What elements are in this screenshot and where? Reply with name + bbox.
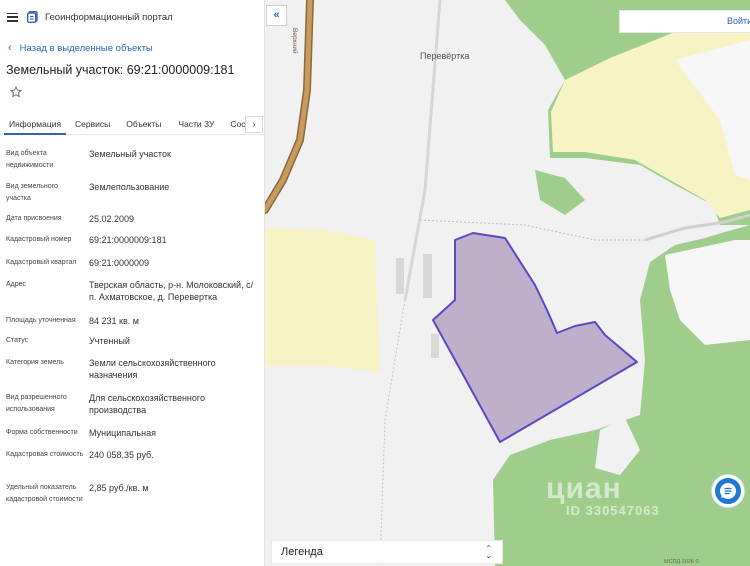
info-label: Удельный показатель кадастровой стоимост… (6, 484, 83, 503)
chat-button[interactable] (712, 475, 744, 507)
tab-parts[interactable]: Части ЗУ (178, 114, 214, 135)
info-value: 2,85 руб./кв. м (89, 483, 149, 493)
app-title: Геоинформационный портал (45, 11, 173, 23)
info-value: Земли сельскохозяйственного назначения (89, 358, 216, 380)
legend-label: Легенда (281, 546, 323, 558)
chevron-up-down-icon: ⌃ ⌄ (485, 544, 492, 560)
info-value: 25.02.2009 (89, 214, 135, 224)
hamburger-icon[interactable] (7, 12, 18, 22)
top-bar: Геоинформационный портал (0, 0, 264, 34)
tab-information[interactable]: Информация (4, 114, 67, 135)
back-link-label: Назад в выделенные объекты (19, 42, 153, 54)
building (431, 334, 439, 358)
info-value: 240 058,35 руб. (89, 450, 154, 460)
info-label: Вид объекта недвижимости (6, 150, 54, 169)
info-label: Вид земельного участка (6, 183, 58, 202)
info-value: Для сельскохозяйственного производства (89, 393, 205, 415)
info-label: Кадастровый квартал (6, 259, 77, 266)
info-label: Категория земель (6, 359, 64, 366)
login-button[interactable]: Войти (619, 10, 750, 33)
collapse-panel-button[interactable]: « (266, 5, 287, 26)
info-label: Адрес (6, 281, 27, 288)
watermark-logo: циан (546, 472, 622, 505)
building (423, 254, 432, 298)
object-info-panel: Геоинформационный портал ‹ Назад в выдел… (0, 0, 265, 566)
chevron-left-icon: ‹ (8, 41, 12, 54)
info-value: Тверская область, р-н. Молоковский, с/п.… (89, 280, 254, 302)
info-label: Форма собственности (6, 429, 78, 436)
info-value: Земельный участок (89, 149, 171, 159)
info-value: 84 231 кв. м (89, 316, 139, 326)
tab-bar: Информация Сервисы Объекты Части ЗУ Сост… (0, 114, 264, 135)
legend-dropdown[interactable]: Легенда ⌃ ⌄ (271, 540, 503, 564)
road-label: Верхний (291, 28, 298, 54)
info-value: 69:21:0000009 (89, 258, 150, 268)
info-value: Муниципальная (89, 428, 156, 438)
tab-services[interactable]: Сервисы (75, 114, 110, 135)
info-label: Статус (6, 337, 29, 344)
chat-bubble-icon (720, 483, 736, 499)
info-label: Площадь уточненная (6, 317, 76, 324)
field-area (265, 228, 380, 372)
map-canvas[interactable] (265, 0, 750, 566)
tabs-scroll-right-button[interactable]: › (245, 116, 263, 133)
map-attribution: МСПД 2026 © (664, 559, 700, 565)
map-drawing (265, 0, 750, 566)
info-label: Вид разрешенного использования (6, 394, 67, 413)
building (396, 258, 404, 294)
page-title: Земельный участок: 69:21:0000009:181 (6, 63, 235, 77)
info-label: Дата присвоения (6, 215, 62, 222)
place-label: Перевёртка (420, 51, 470, 61)
info-value: Землепользование (89, 182, 170, 192)
star-outline-icon[interactable] (10, 86, 22, 98)
document-logo-icon (27, 11, 38, 23)
info-label: Кадастровый номер (6, 236, 72, 243)
tab-objects[interactable]: Объекты (126, 114, 161, 135)
info-label: Кадастровая стоимость (6, 451, 84, 458)
info-value: Учтенный (89, 336, 130, 346)
info-value: 69:21:0000009:181 (89, 235, 167, 245)
watermark-id: ID 330547063 (566, 503, 660, 518)
back-link[interactable]: ‹ Назад в выделенные объекты (0, 41, 264, 55)
